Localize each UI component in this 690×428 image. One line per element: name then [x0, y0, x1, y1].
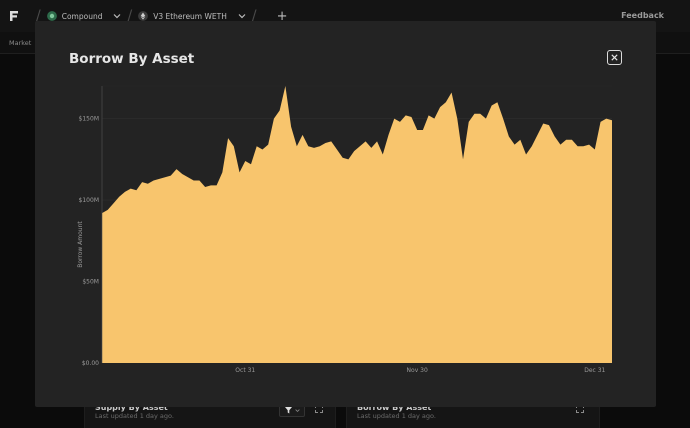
y-axis-label: Borrow Amount: [77, 221, 84, 268]
tab-market[interactable]: Market: [9, 39, 31, 47]
breadcrumb-market[interactable]: V3 Ethereum WETH: [138, 11, 246, 21]
x-tick-label: Dec 31: [584, 367, 605, 374]
x-axis-ticks: Oct 31 Nov 30 Dec 31: [235, 367, 605, 374]
y-tick-label: $50M: [82, 279, 99, 286]
y-tick-label: $150M: [79, 116, 99, 123]
borrow-amount-area[interactable]: [102, 86, 612, 363]
ethereum-icon: [138, 11, 149, 21]
x-tick-label: Oct 31: [235, 367, 255, 374]
compound-icon: [46, 11, 57, 21]
chevron-down-icon[interactable]: [113, 12, 121, 20]
chart-modal: Borrow By Asset $0.00 $50M $100M $150M Oct …: [35, 21, 656, 407]
card-subtitle: Last updated 1 day ago.: [95, 412, 174, 420]
card-subtitle: Last updated 1 day ago.: [357, 412, 436, 420]
feedback-button[interactable]: Feedback: [621, 11, 664, 20]
x-tick-label: Nov 30: [407, 367, 428, 374]
chevron-down-icon: [294, 408, 300, 412]
breadcrumb-market-label: V3 Ethereum WETH: [153, 11, 227, 21]
chevron-down-icon[interactable]: [238, 12, 246, 20]
y-tick-label: $100M: [79, 197, 99, 204]
breadcrumb-protocol[interactable]: Compound: [46, 11, 122, 21]
y-tick-label: $0.00: [82, 360, 99, 367]
filter-icon: [284, 406, 292, 413]
borrow-area-chart: $0.00 $50M $100M $150M Oct 31 Nov 30 Dec 31 B…: [77, 85, 612, 374]
app-logo-icon[interactable]: [8, 10, 20, 22]
breadcrumb-protocol-label: Compound: [61, 11, 103, 21]
